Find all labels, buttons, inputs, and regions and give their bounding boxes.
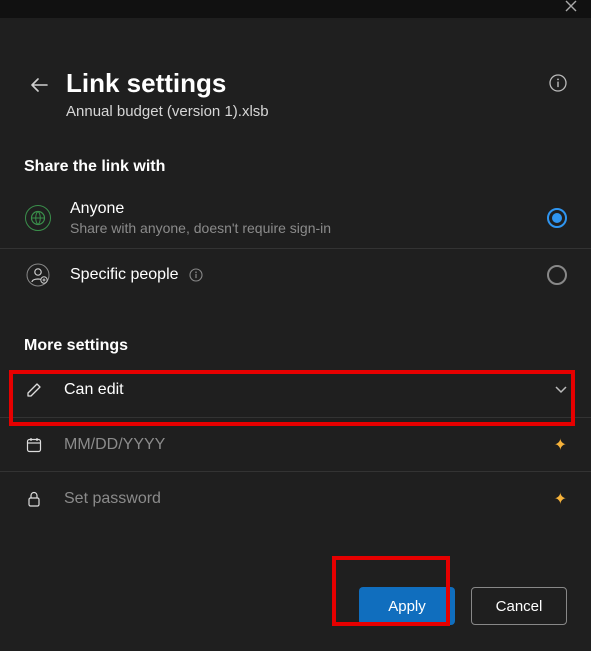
title-bar: [0, 0, 591, 18]
more-settings-label: More settings: [0, 301, 591, 363]
chevron-down-icon: [555, 386, 567, 394]
share-option-specific[interactable]: Specific people: [0, 248, 591, 301]
close-icon[interactable]: [565, 0, 577, 12]
radio-selected-icon[interactable]: [547, 208, 567, 228]
apply-button[interactable]: Apply: [359, 587, 455, 625]
pencil-icon: [24, 382, 44, 398]
permission-dropdown[interactable]: Can edit: [0, 363, 591, 417]
premium-sparkle-icon: ✦: [554, 435, 567, 455]
expiry-placeholder: MM/DD/YYYY: [64, 436, 554, 454]
radio-unselected-icon[interactable]: [547, 265, 567, 285]
filename-label: Annual budget (version 1).xlsb: [66, 103, 549, 120]
info-icon[interactable]: [189, 268, 203, 282]
globe-icon: [24, 204, 52, 232]
share-option-anyone[interactable]: Anyone Share with anyone, doesn't requir…: [0, 188, 591, 248]
share-section-label: Share the link with: [0, 130, 591, 188]
dialog-footer: Apply Cancel: [359, 587, 567, 625]
option-title: Anyone: [70, 200, 547, 218]
option-title: Specific people: [70, 266, 547, 284]
permission-value: Can edit: [64, 381, 555, 399]
premium-sparkle-icon: ✦: [554, 489, 567, 509]
info-icon[interactable]: [549, 74, 567, 92]
option-desc: Share with anyone, doesn't require sign-…: [70, 220, 547, 236]
dialog-header: Link settings Annual budget (version 1).…: [0, 18, 591, 130]
page-title: Link settings: [66, 68, 549, 99]
calendar-icon: [24, 437, 44, 453]
cancel-button[interactable]: Cancel: [471, 587, 567, 625]
password-field[interactable]: Set password ✦: [0, 471, 591, 525]
password-placeholder: Set password: [64, 490, 554, 508]
back-arrow-icon[interactable]: [24, 72, 54, 98]
lock-icon: [24, 491, 44, 507]
people-icon: [24, 261, 52, 289]
expiry-date-field[interactable]: MM/DD/YYYY ✦: [0, 417, 591, 471]
